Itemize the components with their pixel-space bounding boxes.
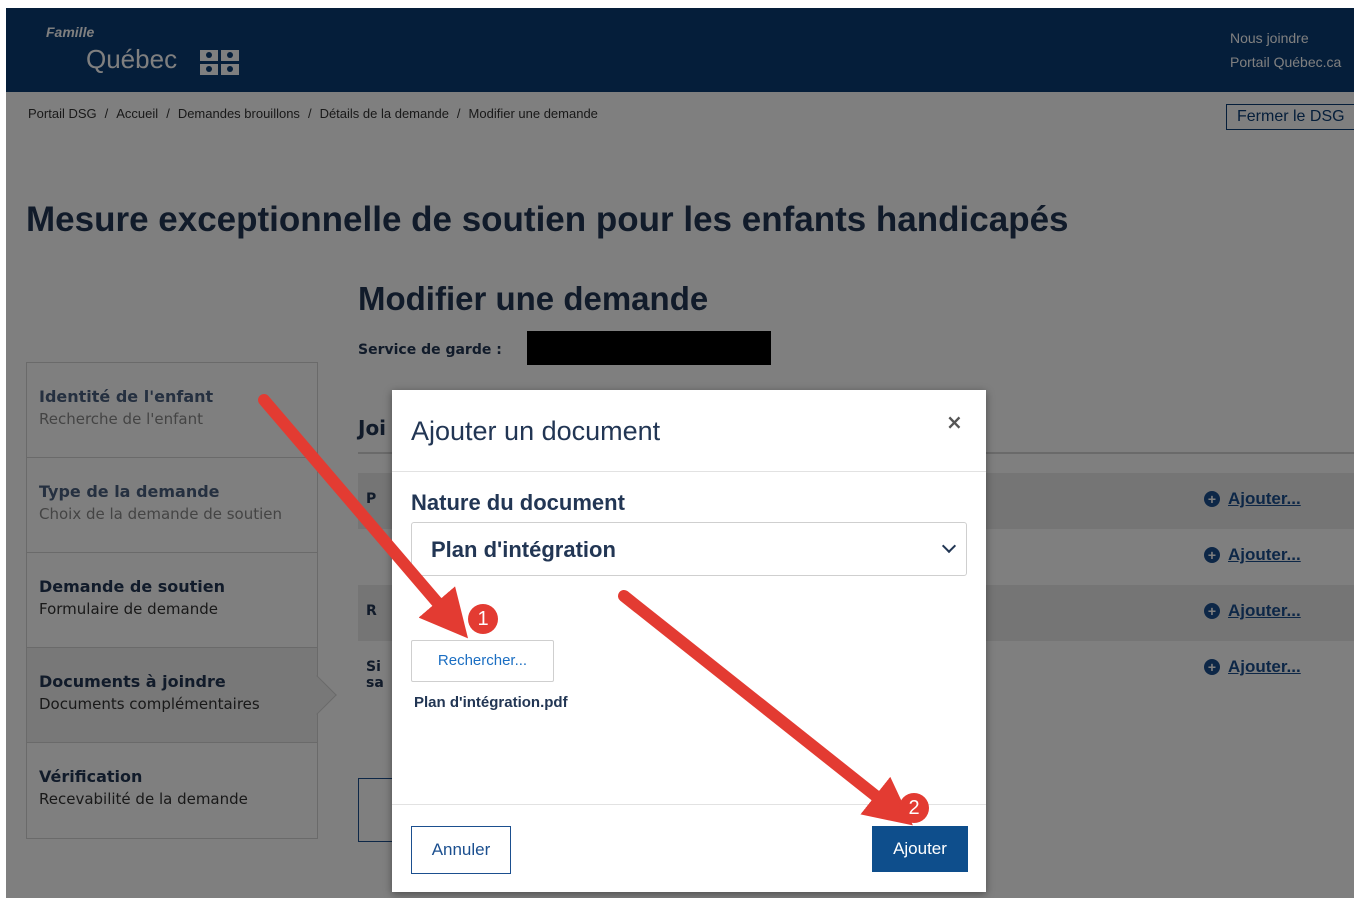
nature-document-label: Nature du document	[411, 490, 625, 515]
modal-header-divider	[392, 471, 986, 472]
modal-title: Ajouter un document	[411, 416, 661, 446]
nature-document-value: Plan d'intégration	[431, 537, 616, 562]
add-document-modal: Ajouter un document × Nature du document…	[392, 390, 986, 892]
page: Famille Québec Nous joindre Portail Québ…	[6, 8, 1354, 898]
annotation-marker-2: 2	[899, 793, 929, 823]
chevron-down-icon	[941, 538, 957, 554]
annotation-marker-1: 1	[468, 604, 498, 634]
modal-footer-divider	[392, 804, 986, 805]
selected-file-name: Plan d'intégration.pdf	[414, 694, 568, 711]
close-icon[interactable]: ×	[946, 410, 963, 434]
browse-file-button[interactable]: Rechercher...	[411, 640, 554, 682]
add-button[interactable]: Ajouter	[872, 826, 968, 872]
nature-document-select[interactable]: Plan d'intégration	[411, 522, 967, 576]
cancel-button[interactable]: Annuler	[411, 826, 511, 874]
